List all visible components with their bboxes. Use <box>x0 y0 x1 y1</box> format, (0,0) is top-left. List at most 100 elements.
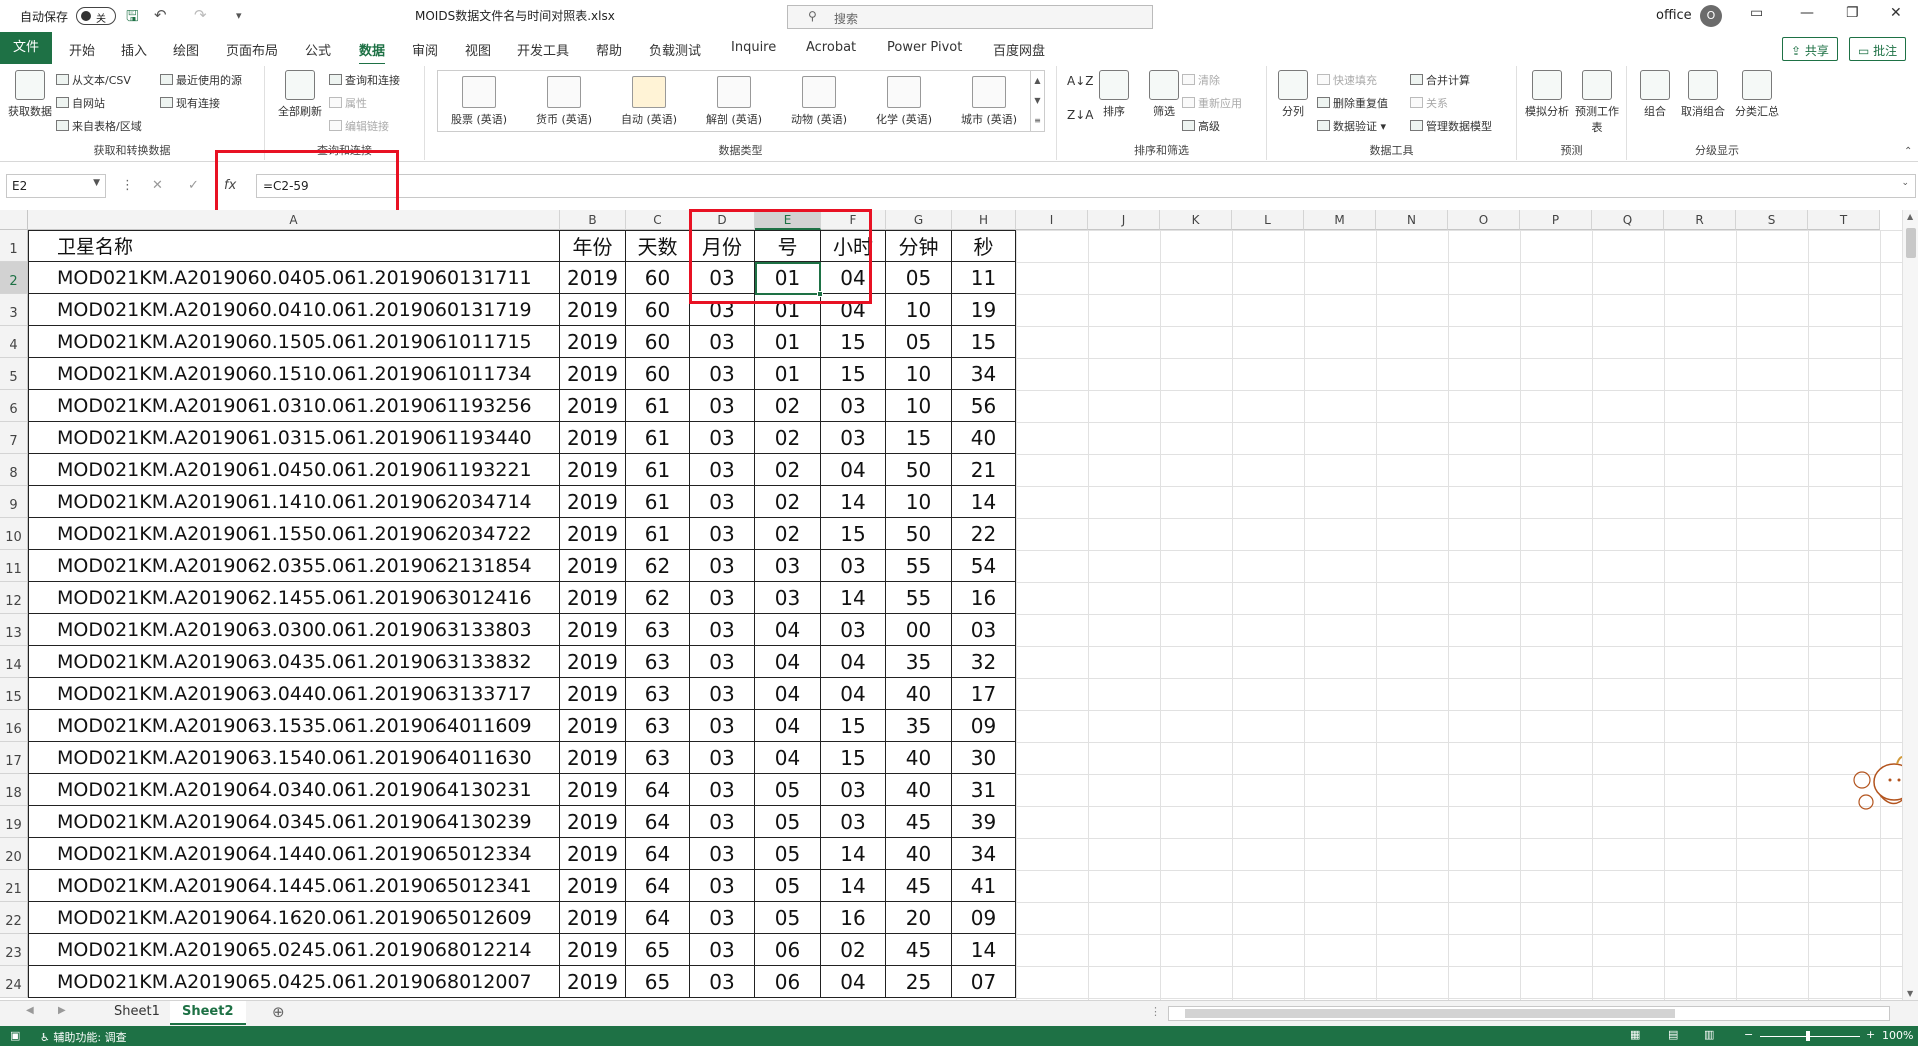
advanced-filter-button[interactable]: 高级 <box>1182 118 1220 134</box>
tab-page-layout[interactable]: 页面布局 <box>226 40 278 59</box>
table-cell[interactable]: 03 <box>690 582 755 614</box>
edit-links-button[interactable]: 编辑链接 <box>329 118 389 134</box>
table-cell[interactable]: 03 <box>690 902 755 934</box>
data-type-cities[interactable]: 城市 (英语) <box>953 76 1025 127</box>
table-cell[interactable]: 10 <box>886 358 952 390</box>
table-cell[interactable]: 2019 <box>560 614 626 646</box>
table-cell[interactable]: 55 <box>886 550 952 582</box>
redo-icon[interactable]: ↷ <box>194 6 207 24</box>
header-cell[interactable]: 秒 <box>952 230 1016 262</box>
table-cell[interactable]: 34 <box>952 838 1016 870</box>
macro-record-icon[interactable]: ▣ <box>10 1029 20 1042</box>
table-cell[interactable]: MOD021KM.A2019061.0315.061.2019061193440 <box>28 422 560 454</box>
row-header-1[interactable]: 1 <box>0 230 28 262</box>
table-cell[interactable]: 17 <box>952 678 1016 710</box>
table-cell[interactable]: 2019 <box>560 646 626 678</box>
tab-load-test[interactable]: 负载测试 <box>649 40 701 59</box>
customize-quick-access-icon[interactable]: ▾ <box>236 9 242 22</box>
table-cell[interactable]: 01 <box>755 358 821 390</box>
table-cell[interactable]: 04 <box>821 966 886 998</box>
table-cell[interactable]: 2019 <box>560 934 626 966</box>
table-cell[interactable]: 02 <box>755 390 821 422</box>
table-cell[interactable]: 04 <box>821 646 886 678</box>
table-cell[interactable]: 34 <box>952 358 1016 390</box>
data-type-chemistry[interactable]: 化学 (英语) <box>868 76 940 127</box>
zoom-in-icon[interactable]: + <box>1866 1028 1875 1041</box>
table-cell[interactable]: 05 <box>755 870 821 902</box>
table-cell[interactable]: 03 <box>690 934 755 966</box>
table-cell[interactable]: 63 <box>626 614 690 646</box>
existing-connections-button[interactable]: 现有连接 <box>160 95 220 111</box>
table-cell[interactable]: 2019 <box>560 326 626 358</box>
tab-draw[interactable]: 绘图 <box>173 40 199 59</box>
relationships-button[interactable]: 关系 <box>1410 95 1448 111</box>
table-cell[interactable]: 2019 <box>560 486 626 518</box>
table-cell[interactable]: MOD021KM.A2019063.1540.061.2019064011630 <box>28 742 560 774</box>
column-header-r[interactable]: R <box>1664 210 1736 230</box>
clear-filter-button[interactable]: 清除 <box>1182 72 1220 88</box>
table-cell[interactable]: 09 <box>952 710 1016 742</box>
table-cell[interactable]: 20 <box>886 902 952 934</box>
table-cell[interactable]: 2019 <box>560 678 626 710</box>
table-cell[interactable]: 45 <box>886 934 952 966</box>
avatar[interactable]: O <box>1700 5 1722 27</box>
column-header-l[interactable]: L <box>1232 210 1304 230</box>
table-cell[interactable]: 03 <box>690 518 755 550</box>
row-header-23[interactable]: 23 <box>0 934 28 966</box>
row-header-2[interactable]: 2 <box>0 262 28 294</box>
reapply-button[interactable]: 重新应用 <box>1182 95 1242 111</box>
table-cell[interactable]: MOD021KM.A2019060.1510.061.2019061011734 <box>28 358 560 390</box>
header-cell[interactable]: 卫星名称 <box>28 230 560 262</box>
group-button[interactable]: 组合 <box>1635 70 1675 119</box>
undo-icon[interactable]: ↶ <box>154 6 167 24</box>
data-type-currencies[interactable]: 货币 (英语) <box>528 76 600 127</box>
tab-power-pivot[interactable]: Power Pivot <box>887 40 962 55</box>
share-button[interactable]: ⇪ 共享 <box>1782 37 1838 61</box>
table-cell[interactable]: 2019 <box>560 806 626 838</box>
zoom-level[interactable]: 100% <box>1882 1029 1913 1042</box>
add-sheet-icon[interactable]: ⊕ <box>272 1003 285 1021</box>
page-break-view-icon[interactable]: ▥ <box>1704 1028 1714 1041</box>
table-cell[interactable]: 61 <box>626 390 690 422</box>
table-cell[interactable]: 15 <box>821 326 886 358</box>
accessibility-status[interactable]: ♿ 辅助功能: 调查 <box>40 1029 127 1045</box>
text-to-columns-button[interactable]: 分列 <box>1273 70 1313 119</box>
data-type-automatic[interactable]: 自动 (英语) <box>613 76 685 127</box>
name-box[interactable]: E2 ▼ <box>6 174 106 198</box>
column-header-b[interactable]: B <box>560 210 626 230</box>
table-cell[interactable]: 03 <box>755 582 821 614</box>
vertical-scrollbar[interactable]: ▲ ▼ <box>1902 210 1918 1000</box>
table-cell[interactable]: 54 <box>952 550 1016 582</box>
table-cell[interactable]: MOD021KM.A2019062.0355.061.2019062131854 <box>28 550 560 582</box>
table-cell[interactable]: 03 <box>690 710 755 742</box>
column-header-i[interactable]: I <box>1016 210 1088 230</box>
table-cell[interactable]: MOD021KM.A2019061.0310.061.2019061193256 <box>28 390 560 422</box>
tab-baidu-netdisk[interactable]: 百度网盘 <box>993 40 1045 59</box>
header-cell[interactable]: 分钟 <box>886 230 952 262</box>
table-cell[interactable]: 62 <box>626 582 690 614</box>
header-cell[interactable]: 年份 <box>560 230 626 262</box>
table-cell[interactable]: 06 <box>755 934 821 966</box>
table-cell[interactable]: 32 <box>952 646 1016 678</box>
table-cell[interactable]: 03 <box>690 870 755 902</box>
table-cell[interactable]: 62 <box>626 550 690 582</box>
row-header-12[interactable]: 12 <box>0 582 28 614</box>
table-cell[interactable]: 10 <box>886 486 952 518</box>
scroll-down-icon[interactable]: ▼ <box>1907 989 1913 998</box>
cancel-icon[interactable]: ✕ <box>152 178 163 193</box>
table-cell[interactable]: MOD021KM.A2019064.1620.061.2019065012609 <box>28 902 560 934</box>
table-cell[interactable]: 05 <box>755 806 821 838</box>
forecast-sheet-button[interactable]: 预测工作表 <box>1575 70 1619 135</box>
from-table-range-button[interactable]: 来自表格/区域 <box>56 118 142 134</box>
table-cell[interactable]: 2019 <box>560 838 626 870</box>
sort-ascending-icon[interactable]: A↓Z <box>1067 74 1093 88</box>
table-cell[interactable]: 2019 <box>560 902 626 934</box>
scroll-up-icon[interactable]: ▲ <box>1907 212 1913 221</box>
table-cell[interactable]: 63 <box>626 710 690 742</box>
table-cell[interactable]: 04 <box>755 646 821 678</box>
table-cell[interactable]: 03 <box>821 806 886 838</box>
tab-inquire[interactable]: Inquire <box>731 40 776 55</box>
table-cell[interactable]: 04 <box>755 742 821 774</box>
table-cell[interactable]: 2019 <box>560 454 626 486</box>
comments-button[interactable]: ▭ 批注 <box>1849 37 1907 61</box>
